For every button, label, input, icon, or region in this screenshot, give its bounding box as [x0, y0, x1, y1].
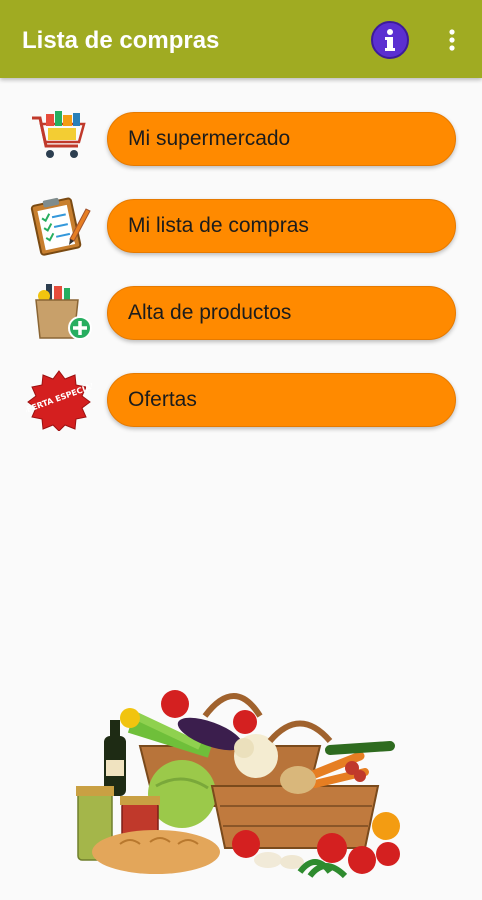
menu-row-ofertas: OFERTA ESPECIAL Ofertas	[26, 370, 456, 431]
menu-row-supermercado: Mi supermercado	[26, 111, 456, 166]
mi-lista-de-compras-button[interactable]: Mi lista de compras	[107, 199, 456, 253]
mi-supermercado-button[interactable]: Mi supermercado	[107, 112, 456, 166]
shopping-cart-icon[interactable]	[26, 108, 92, 170]
ofertas-button[interactable]: Ofertas	[107, 373, 456, 427]
grocery-bag-add-icon[interactable]	[26, 282, 92, 344]
alta-de-productos-button[interactable]: Alta de productos	[107, 286, 456, 340]
info-button[interactable]	[371, 21, 409, 59]
menu-row-alta: Alta de productos	[26, 284, 456, 340]
overflow-menu-button[interactable]	[440, 26, 464, 54]
menu-row-lista: Mi lista de compras	[26, 197, 456, 256]
vegetable-basket-illustration	[76, 690, 400, 879]
info-icon	[385, 29, 395, 51]
app-title: Lista de compras	[22, 27, 220, 54]
app-bar: Lista de compras	[0, 0, 482, 78]
clipboard-checklist-icon[interactable]	[26, 195, 92, 257]
more-vert-icon	[449, 29, 455, 51]
special-offer-badge-icon[interactable]: OFERTA ESPECIAL	[26, 369, 92, 431]
